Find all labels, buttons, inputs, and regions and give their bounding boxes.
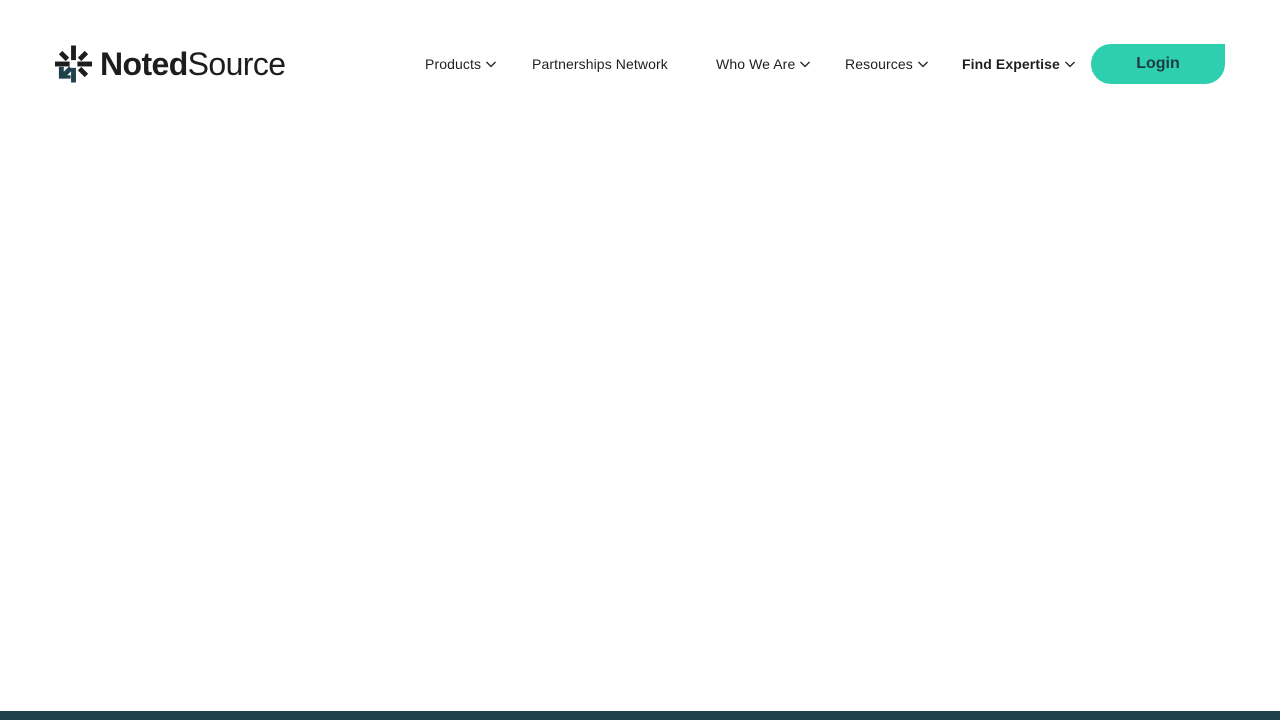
main-content-area [0,128,1280,711]
main-navigation: Products Partnerships Network Who We Are… [0,44,1280,84]
footer-band [0,711,1280,720]
nav-item-label: Who We Are [716,56,796,72]
nav-item-label: Partnerships Network [532,56,668,72]
nav-item-who-we-are[interactable]: Who We Are [716,44,811,84]
login-button[interactable]: Login [1091,44,1225,84]
page: NotedSource Products Partnerships Networ… [0,0,1280,720]
nav-item-find-expertise[interactable]: Find Expertise [962,44,1076,84]
chevron-down-icon [917,61,928,68]
nav-item-label: Resources [845,56,913,72]
chevron-down-icon [486,61,497,68]
nav-item-partnerships-network[interactable]: Partnerships Network [532,44,668,84]
nav-item-label: Products [425,56,482,72]
site-header: NotedSource Products Partnerships Networ… [0,0,1280,128]
chevron-down-icon [800,61,811,68]
nav-item-resources[interactable]: Resources [845,44,929,84]
nav-item-label: Find Expertise [962,56,1060,72]
nav-item-products[interactable]: Products [425,44,497,84]
chevron-down-icon [1064,61,1075,68]
